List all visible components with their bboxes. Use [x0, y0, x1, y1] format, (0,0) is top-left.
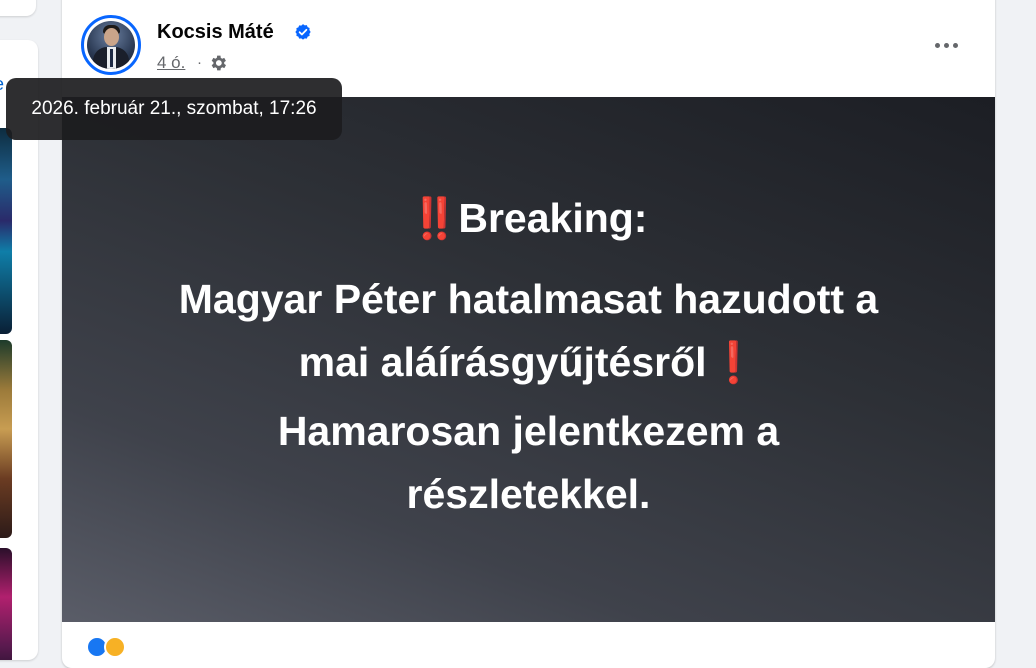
left-card-fragment-top	[0, 0, 36, 16]
timestamp-tooltip: 2026. február 21., szombat, 17:26	[6, 78, 342, 140]
post-text-image[interactable]: ‼️Breaking: Magyar Péter hatalmasat hazu…	[62, 97, 995, 622]
author-avatar[interactable]	[81, 15, 141, 75]
story-thumbnail[interactable]	[0, 548, 12, 660]
avatar-photo	[87, 21, 135, 69]
media-line-4: Hamarosan jelentkezem a	[277, 408, 780, 454]
gear-icon[interactable]	[208, 53, 228, 73]
media-line-breaking: ‼️Breaking:	[62, 195, 995, 242]
media-line-3: mai aláírásgyűjtésről❗	[62, 339, 995, 386]
breaking-label: Breaking:	[458, 195, 648, 241]
media-line-5: részletekkel.	[406, 471, 651, 517]
exclamation-emoji: ❗	[708, 341, 759, 385]
haha-reaction-icon	[104, 636, 126, 658]
media-line-3-text: mai aláírásgyűjtésről	[298, 339, 707, 385]
meta-separator: ·	[197, 54, 202, 71]
story-thumbnail[interactable]	[0, 340, 12, 538]
author-name[interactable]: Kocsis Máté	[157, 20, 274, 44]
story-thumbnail[interactable]	[0, 128, 12, 334]
more-horizontal-icon	[934, 42, 940, 48]
verified-badge-icon	[295, 24, 311, 40]
more-options-button[interactable]	[924, 30, 968, 60]
post-timestamp-link[interactable]: 4 ó.	[157, 52, 185, 74]
media-line-2: Magyar Péter hatalmasat hazudott a	[178, 276, 879, 322]
double-exclamation-emoji: ‼️	[409, 197, 460, 241]
